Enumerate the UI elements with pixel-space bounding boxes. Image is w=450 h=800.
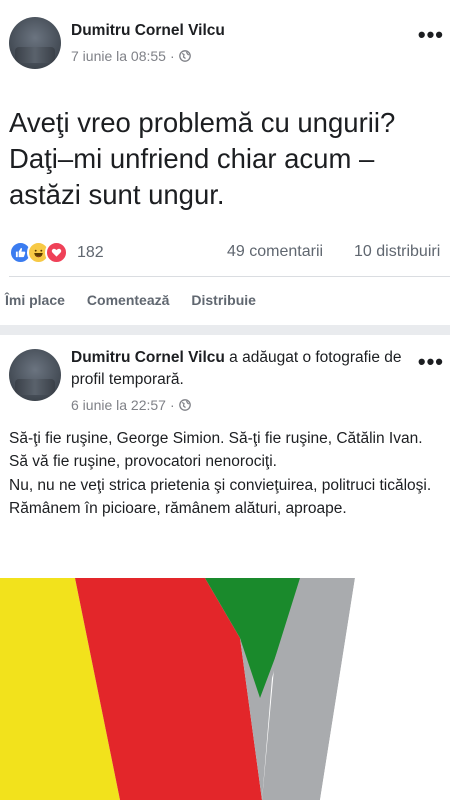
reactions-summary[interactable]: 182	[9, 241, 104, 264]
love-icon	[45, 241, 68, 264]
meta-separator: ·	[169, 397, 175, 413]
share-button[interactable]: Distribuie	[191, 292, 256, 308]
post-paragraph: Rămânem în picioare, rămânem alături, ap…	[9, 499, 347, 517]
author-avatar[interactable]	[9, 349, 61, 401]
more-options-icon[interactable]: •••	[418, 22, 444, 48]
post-actions: Îmi place Comentează Distribuie	[5, 292, 278, 308]
globe-icon	[178, 399, 191, 411]
comments-count[interactable]: 49 comentarii	[227, 243, 323, 261]
more-options-icon[interactable]: •••	[418, 349, 444, 375]
globe-icon	[178, 50, 191, 62]
post-header: Dumitru Cornel Vilcu a adăugat o fotogra…	[71, 347, 431, 391]
post-meta: 6 iunie la 22:57 ·	[71, 397, 191, 413]
flag-stripes-image	[0, 578, 450, 800]
post-paragraph: Să vă fie ruşine, provocatori nenorociţi…	[9, 453, 277, 471]
profile-photo[interactable]	[0, 578, 450, 800]
post-meta: 7 iunie la 08:55 ·	[71, 48, 191, 64]
post-text: Să-ţi fie ruşine, George Simion. Să-ţi f…	[9, 427, 449, 520]
reaction-count: 182	[77, 243, 104, 261]
author-name[interactable]: Dumitru Cornel Vilcu	[71, 22, 225, 40]
shares-count[interactable]: 10 distribuiri	[354, 243, 450, 261]
post-2: Dumitru Cornel Vilcu a adăugat o fotogra…	[0, 335, 450, 800]
feed-separator	[0, 325, 450, 335]
post-paragraph: Nu, nu ne veţi strica prietenia şi convi…	[9, 476, 432, 494]
post-paragraph: Să-ţi fie ruşine, George Simion. Să-ţi f…	[9, 430, 423, 447]
post-text: Aveţi vreo problemă cu ungurii? Daţi–mi …	[9, 107, 396, 210]
divider	[9, 276, 450, 277]
post-1: Dumitru Cornel Vilcu 7 iunie la 08:55 · …	[0, 0, 450, 325]
like-button[interactable]: Îmi place	[5, 292, 65, 308]
meta-separator: ·	[169, 48, 175, 64]
author-name[interactable]: Dumitru Cornel Vilcu	[71, 349, 225, 366]
author-avatar[interactable]	[9, 17, 61, 69]
post-date[interactable]: 6 iunie la 22:57	[71, 397, 166, 413]
comment-button[interactable]: Comentează	[87, 292, 169, 308]
post-date[interactable]: 7 iunie la 08:55	[71, 48, 166, 64]
